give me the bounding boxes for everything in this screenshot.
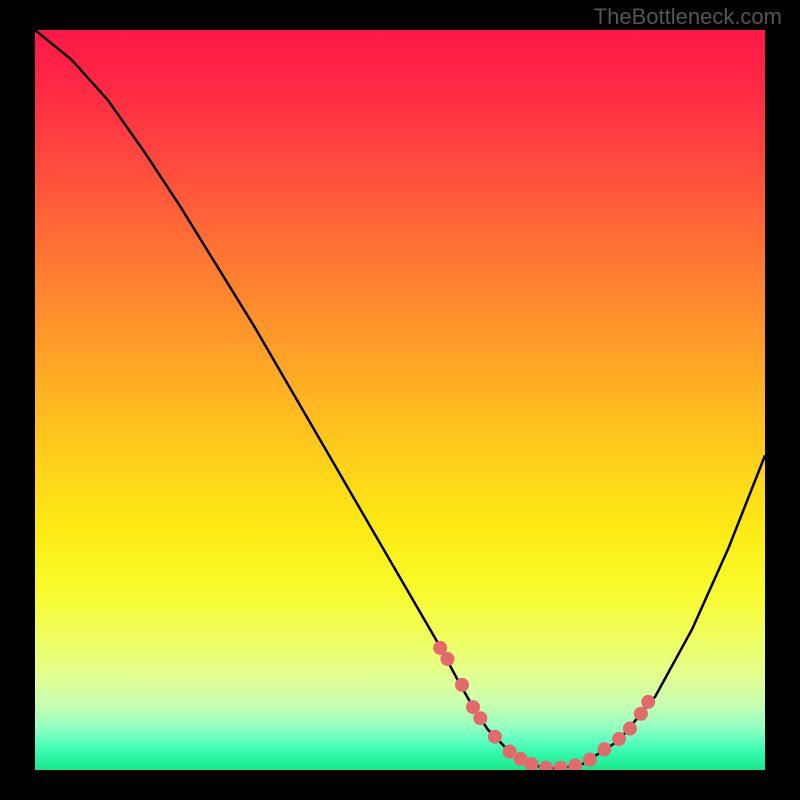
marker-dot [612,732,626,746]
bottleneck-curve-line [35,30,765,769]
marker-dot [554,761,568,770]
marker-dot [623,722,637,736]
chart-plot-area [35,30,765,770]
marker-dot [473,711,487,725]
marker-dot [455,678,469,692]
marker-dot [440,652,454,666]
marker-dot [488,730,502,744]
marker-dot [641,695,655,709]
chart-svg [35,30,765,770]
marker-dot [568,759,582,770]
watermark-text: TheBottleneck.com [594,4,782,30]
marker-dot [539,761,553,770]
marker-dots-group [433,641,655,770]
marker-dot [597,742,611,756]
marker-dot [583,753,597,767]
marker-dot [634,707,648,721]
